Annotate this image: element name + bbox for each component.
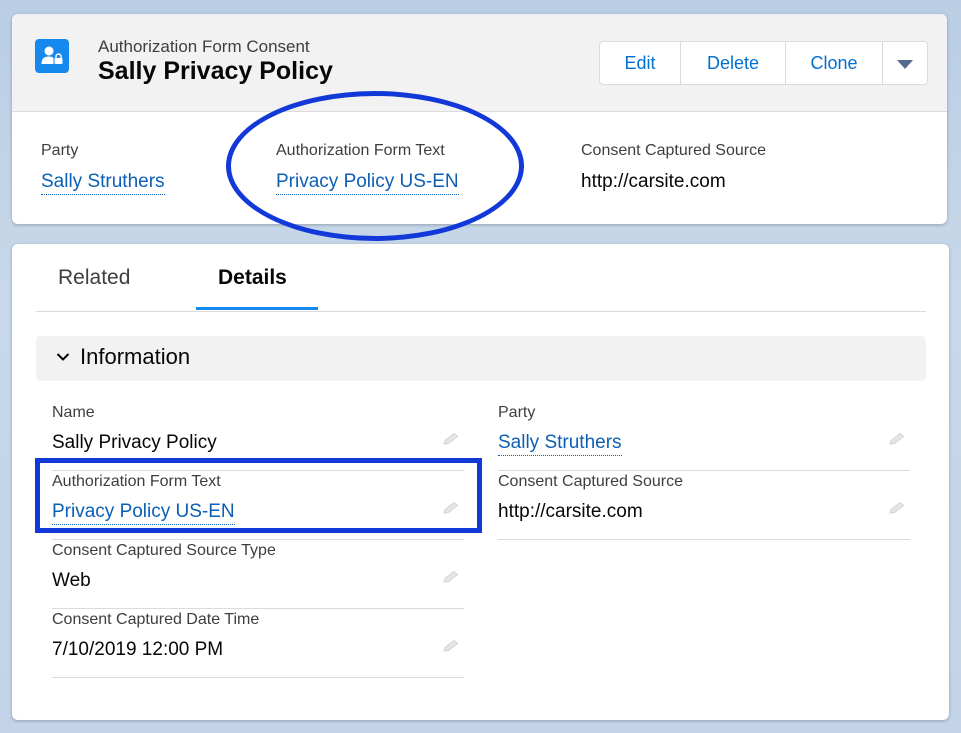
highlight-party: Party Sally Struthers [41,142,165,195]
field-label: Consent Captured Source [498,473,683,490]
edit-button[interactable]: Edit [600,42,681,84]
field-value: 7/10/2019 12:00 PM [52,639,224,660]
chevron-down-icon [897,60,913,69]
pencil-icon[interactable] [442,432,460,451]
consent-source-value: http://carsite.com [581,171,726,192]
field-label: Consent Captured Source Type [52,542,276,559]
section-title: Information [80,344,191,369]
field-label: Name [52,404,95,421]
field-consent-captured-source: Consent Captured Source http://carsite.c… [498,473,910,540]
field-consent-captured-source-type: Consent Captured Source Type Web [52,542,464,609]
chevron-down-icon [56,349,70,367]
field-label: Consent Captured Date Time [52,611,260,628]
more-actions-button[interactable] [883,42,927,84]
field-value: Sally Privacy Policy [52,432,217,453]
pencil-icon[interactable] [888,501,906,520]
party-link[interactable]: Sally Struthers [498,432,622,456]
object-type-label: Authorization Form Consent [98,37,310,56]
annotation-rectangle [35,458,482,533]
clone-button[interactable]: Clone [786,42,883,84]
pencil-icon[interactable] [442,639,460,658]
pencil-icon[interactable] [442,570,460,589]
highlight-label: Party [41,142,79,159]
active-tab-indicator [196,307,318,310]
tab-bar: Related Details [36,244,926,312]
record-header: Authorization Form Consent Sally Privacy… [12,14,947,112]
highlight-consent-captured-source: Consent Captured Source http://carsite.c… [581,142,766,193]
delete-button[interactable]: Delete [681,42,786,84]
field-party: Party Sally Struthers [498,404,910,471]
field-label: Party [498,404,536,421]
tab-related[interactable]: Related [58,266,130,290]
field-consent-captured-date-time: Consent Captured Date Time 7/10/2019 12:… [52,611,464,678]
section-information-toggle[interactable]: Information [36,336,926,381]
annotation-ellipse [226,91,524,241]
record-detail-card: Related Details Information Name Sally P… [12,244,949,720]
field-value: Web [52,570,91,591]
highlight-label: Consent Captured Source [581,142,766,159]
record-actions: Edit Delete Clone [599,41,928,85]
tab-details[interactable]: Details [218,266,287,290]
party-link[interactable]: Sally Struthers [41,171,165,195]
field-value: http://carsite.com [498,501,643,522]
user-consent-icon [35,39,69,73]
record-title: Sally Privacy Policy [98,57,333,85]
pencil-icon[interactable] [888,432,906,451]
